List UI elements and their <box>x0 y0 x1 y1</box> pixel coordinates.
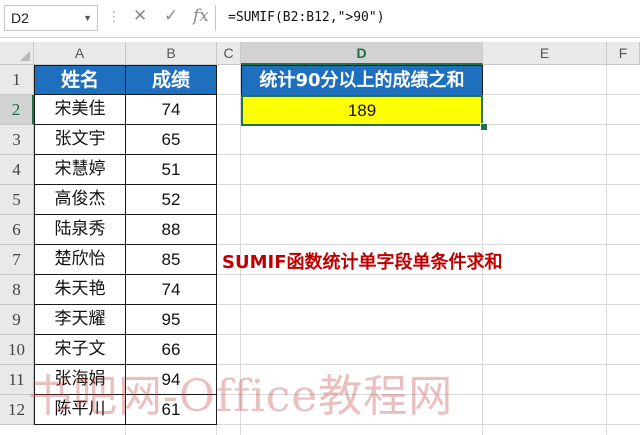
row-header-9[interactable]: 9 <box>0 305 34 335</box>
watermark-text: 书吧网-Office教程网 <box>28 371 454 422</box>
summary-value-cell[interactable]: 189 <box>241 95 483 126</box>
formula-input[interactable]: =SUMIF(B2:B12,">90") <box>215 5 635 31</box>
column-header-d[interactable]: D <box>241 42 483 65</box>
score-cell[interactable]: 51 <box>125 155 217 185</box>
column-header-f[interactable]: F <box>607 42 640 65</box>
summary-label-cell[interactable]: 统计90分以上的成绩之和 <box>241 65 483 96</box>
row-header-7[interactable]: 7 <box>0 245 34 275</box>
score-cell[interactable]: 74 <box>125 95 217 125</box>
score-cell[interactable]: 52 <box>125 185 217 215</box>
row-header-6[interactable]: 6 <box>0 215 34 245</box>
name-box-value: D2 <box>11 10 29 26</box>
row-header-4[interactable]: 4 <box>0 155 34 185</box>
row-header-2[interactable]: 2 <box>0 95 34 125</box>
score-cell[interactable]: 74 <box>125 275 217 305</box>
name-cell[interactable]: 宋慧婷 <box>34 155 126 185</box>
name-cell[interactable]: 宋美佳 <box>34 95 126 125</box>
formula-bar-grip-icon: ⋮ <box>107 9 122 25</box>
header-cell-score[interactable]: 成绩 <box>125 65 217 95</box>
enter-icon[interactable]: ✓ <box>164 6 178 26</box>
score-cell[interactable]: 85 <box>125 245 217 275</box>
name-box[interactable]: D2 ▼ <box>4 5 98 31</box>
name-cell[interactable]: 楚欣怡 <box>34 245 126 275</box>
formula-bar: D2 ▼ ⋮ ✕ ✓ fx =SUMIF(B2:B12,">90") <box>0 0 640 38</box>
name-cell[interactable]: 李天耀 <box>34 305 126 335</box>
cancel-icon[interactable]: ✕ <box>133 6 147 26</box>
select-all-triangle-icon <box>20 51 30 61</box>
name-cell[interactable]: 张文宇 <box>34 125 126 155</box>
function-icon[interactable]: fx <box>193 6 209 26</box>
score-cell[interactable]: 95 <box>125 305 217 335</box>
row-header-5[interactable]: 5 <box>0 185 34 215</box>
column-header-e[interactable]: E <box>483 42 607 65</box>
name-cell[interactable]: 陆泉秀 <box>34 215 126 245</box>
row-header-3[interactable]: 3 <box>0 125 34 155</box>
name-cell[interactable]: 朱天艳 <box>34 275 126 305</box>
column-header-c[interactable]: C <box>217 42 241 65</box>
row-header-8[interactable]: 8 <box>0 275 34 305</box>
score-cell[interactable]: 88 <box>125 215 217 245</box>
score-cell[interactable]: 65 <box>125 125 217 155</box>
fill-handle[interactable] <box>480 123 488 131</box>
chevron-down-icon[interactable]: ▼ <box>83 6 92 30</box>
column-header-b[interactable]: B <box>126 42 217 65</box>
header-cell-name[interactable]: 姓名 <box>34 65 126 95</box>
name-cell[interactable]: 高俊杰 <box>34 185 126 215</box>
column-header-a[interactable]: A <box>34 42 126 65</box>
select-all-corner[interactable] <box>0 42 34 65</box>
row-header-1[interactable]: 1 <box>0 65 34 95</box>
annotation-text: SUMIF函数统计单字段单条件求和 <box>222 252 503 273</box>
